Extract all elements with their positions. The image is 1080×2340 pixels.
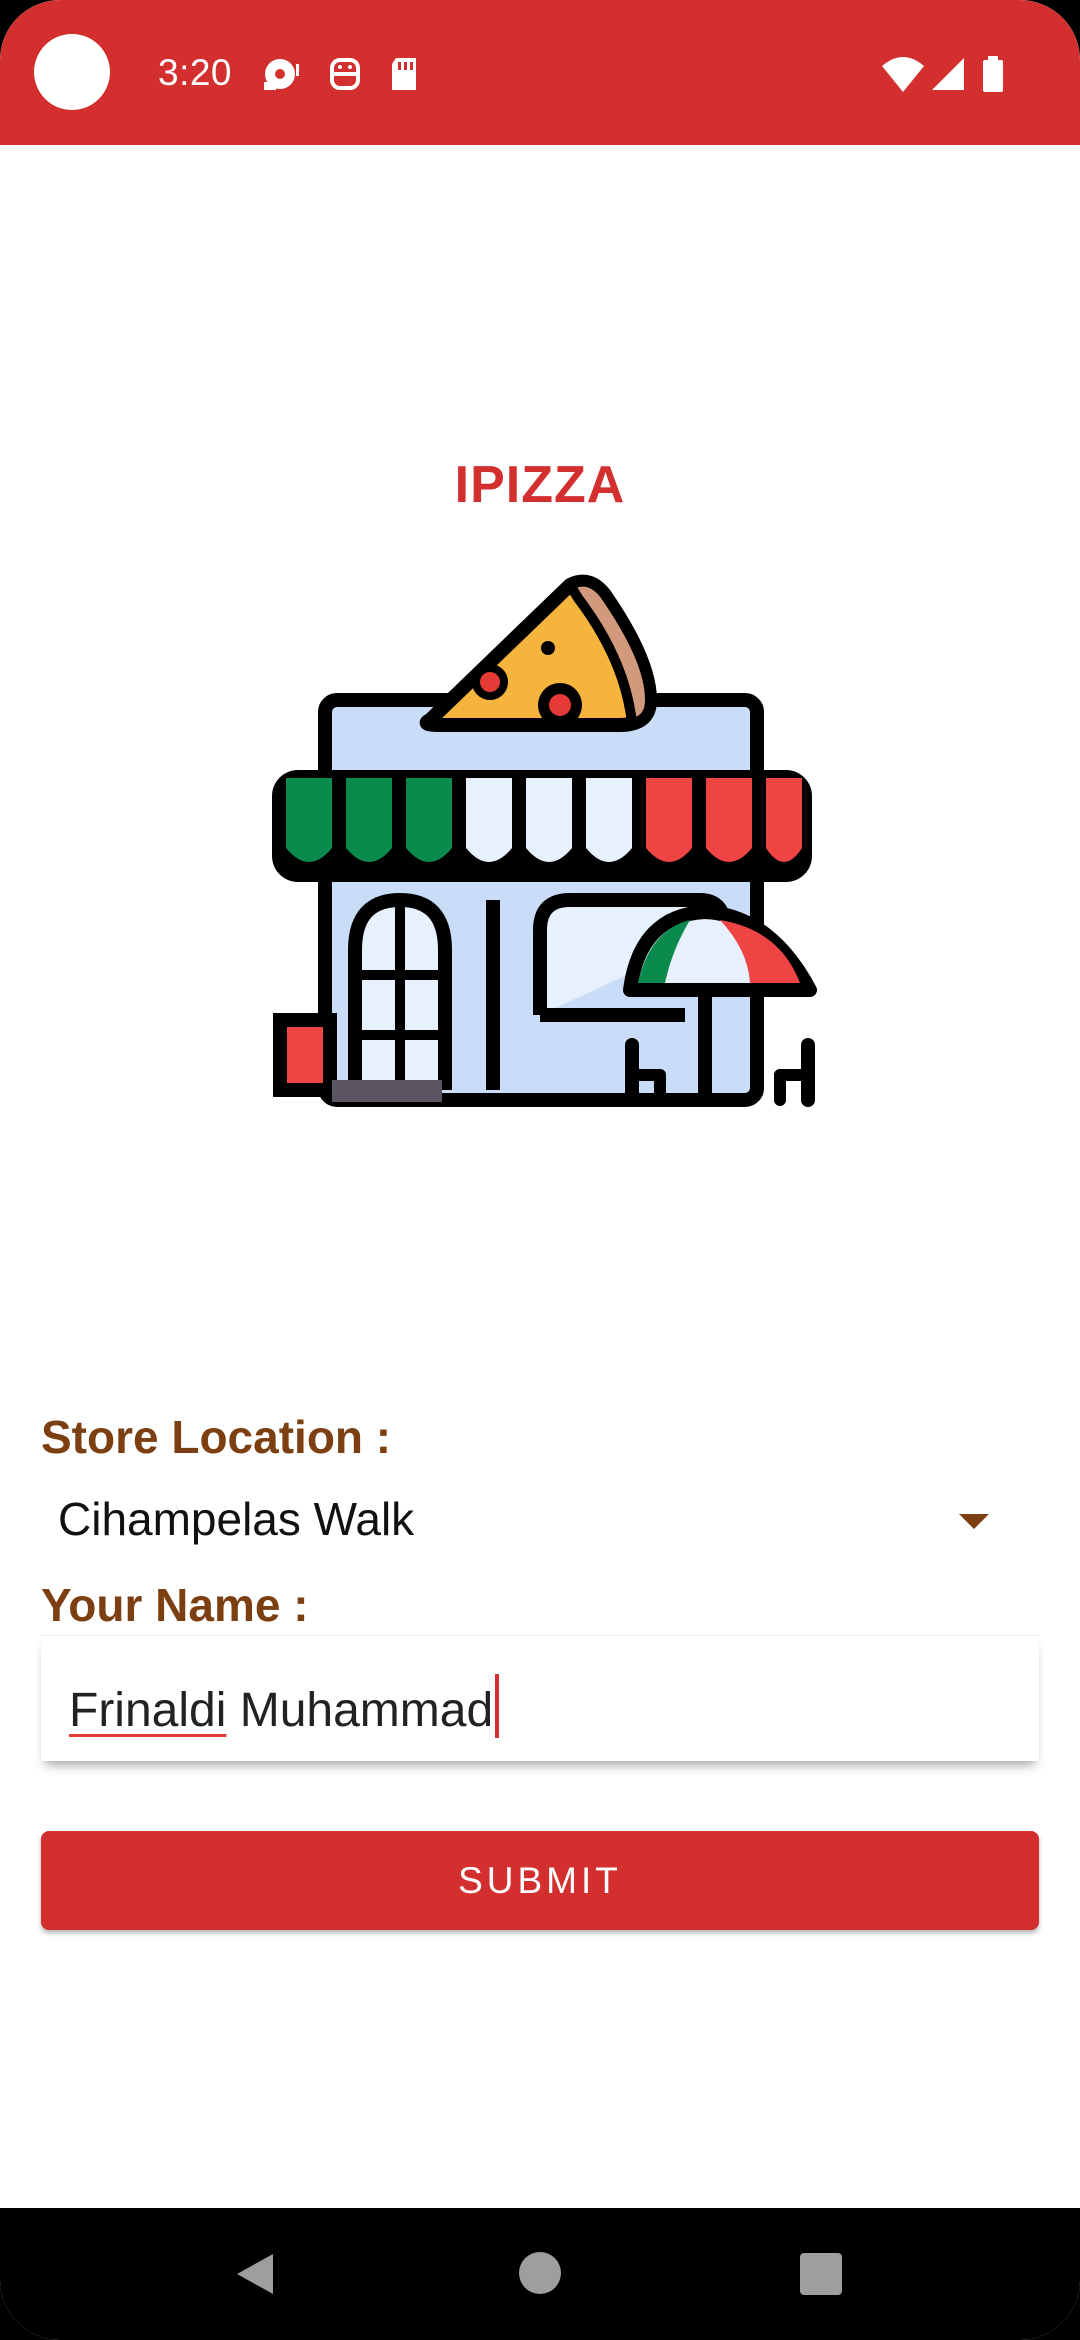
store-location-label: Store Location : [41,1411,392,1463]
home-icon[interactable] [519,2252,561,2294]
android-debug-icon [330,58,360,90]
status-bar: 3:20 [0,0,1080,145]
camera-cutout [34,34,110,110]
recents-icon[interactable] [800,2253,842,2295]
store-location-value: Cihampelas Walk [58,1493,415,1545]
name-input-text: Frinaldi Muhammad [69,1674,500,1738]
submit-button[interactable]: SUBMIT [41,1831,1039,1930]
podcast-icon [264,59,299,90]
your-name-label: Your Name : [41,1579,309,1631]
wifi-icon [882,57,924,92]
text-cursor [495,1674,500,1738]
navigation-bar [0,2208,1080,2340]
sd-card-icon [392,58,416,90]
battery-icon [983,56,1003,92]
status-time: 3:20 [158,52,233,93]
name-rest: Muhammad [226,1684,494,1737]
app-screen: 3:20 IPIZZA Store Location: Cihampelas … [0,0,1080,2340]
signal-icon [932,58,964,90]
back-icon[interactable] [233,2252,277,2296]
dropdown-arrow-icon [959,1514,989,1529]
name-first-word: Frinaldi [69,1684,227,1737]
app-title: IPIZZA [454,456,626,514]
name-input[interactable]: Frinaldi Muhammad [41,1635,1039,1761]
pizza-store-icon [272,574,817,1107]
store-location-dropdown[interactable]: Cihampelas Walk [41,1480,1039,1560]
